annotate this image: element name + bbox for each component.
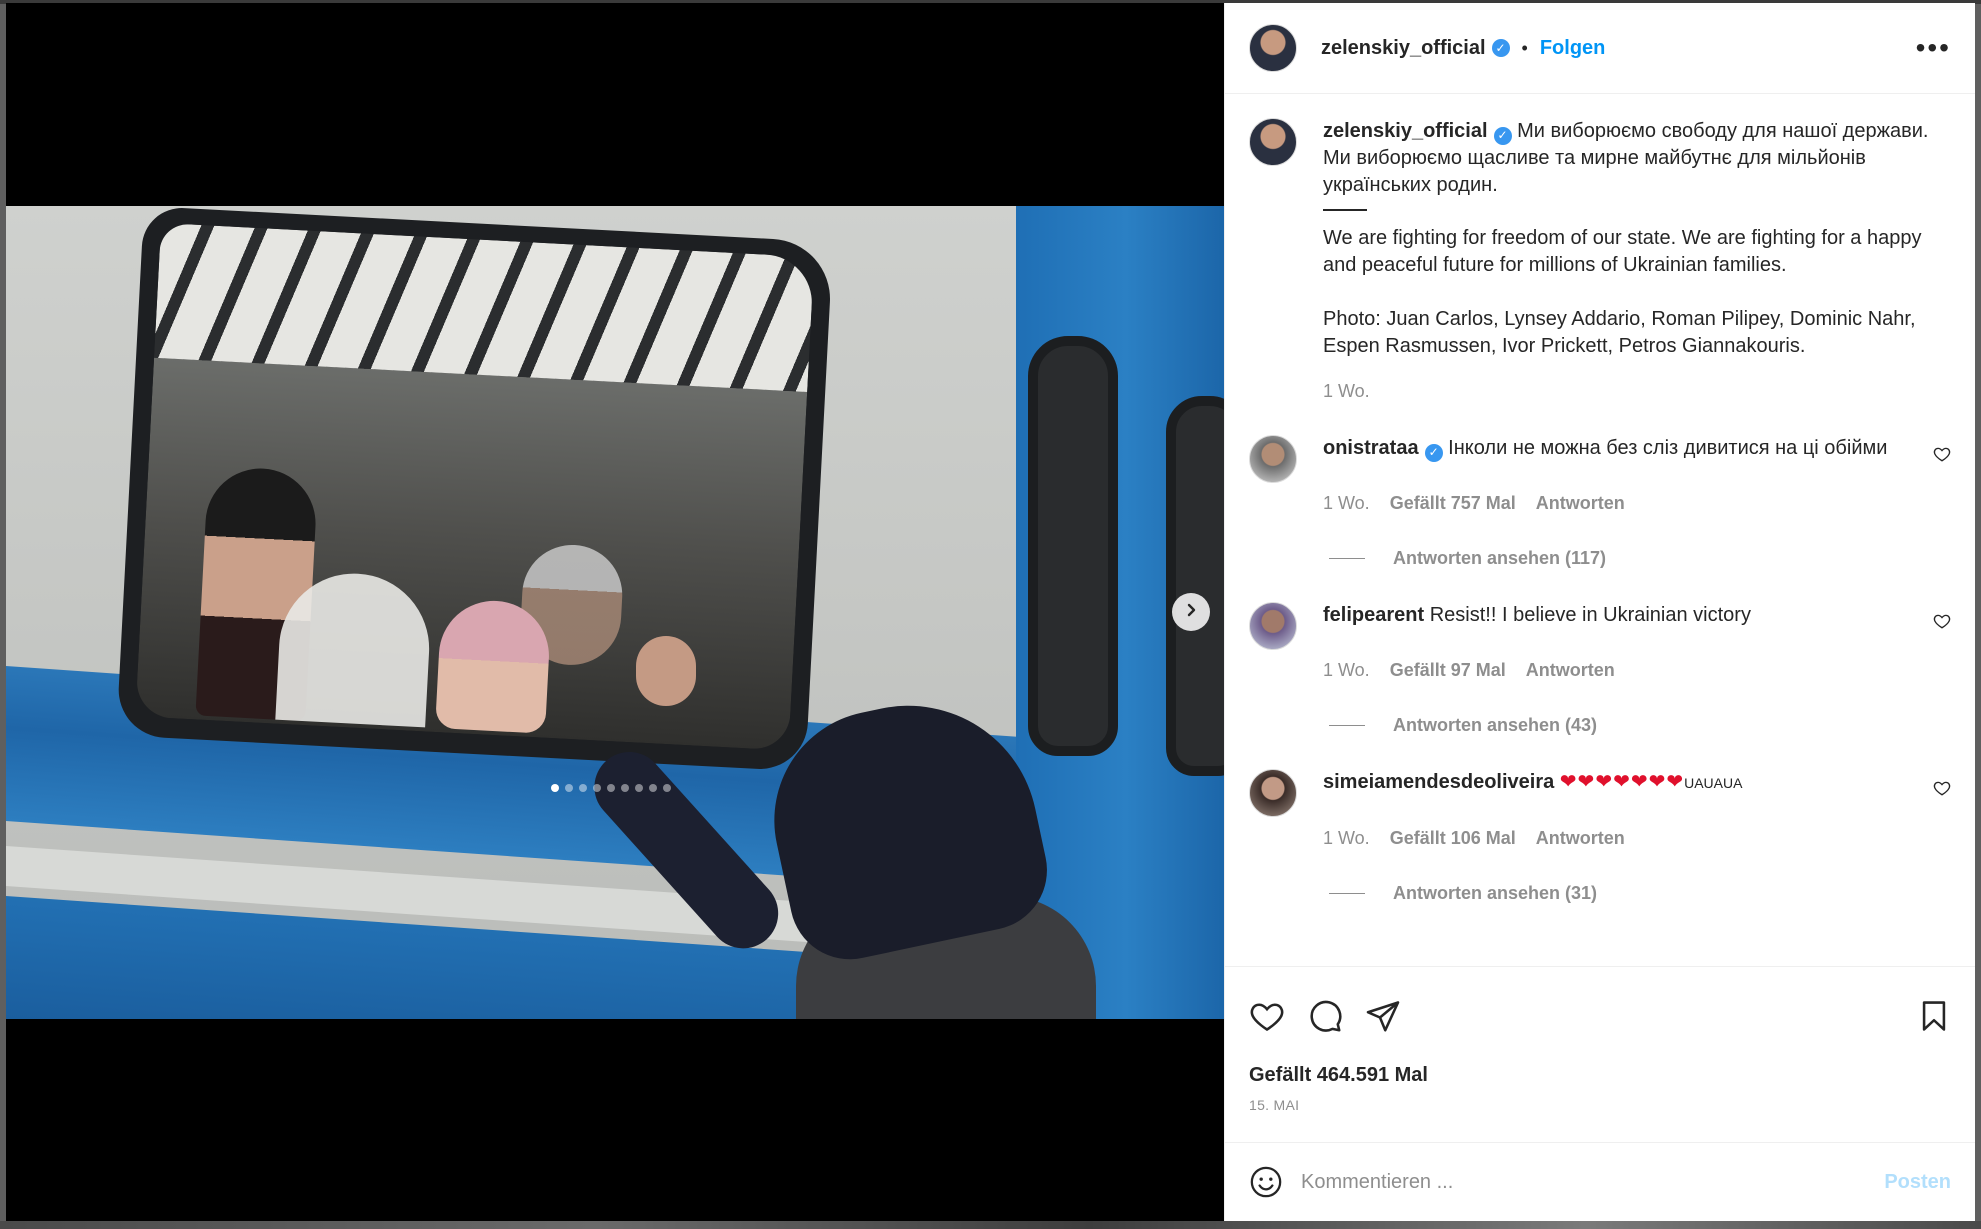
view-replies-label: Antworten ansehen (31) — [1393, 883, 1598, 903]
caption-username[interactable]: zelenskiy_official — [1323, 120, 1488, 142]
reply-button[interactable]: Antworten — [1536, 825, 1625, 852]
author-avatar[interactable] — [1249, 24, 1297, 72]
verified-badge-icon: ✓ — [1491, 39, 1510, 57]
emoji-smiley-icon[interactable] — [1249, 1165, 1283, 1199]
caption-divider — [1323, 209, 1367, 211]
separator-bullet: • — [1521, 37, 1528, 58]
view-replies-button[interactable]: Antworten ansehen (117) — [1323, 545, 1951, 572]
view-replies-label: Antworten ansehen (43) — [1393, 715, 1598, 735]
view-replies-button[interactable]: Antworten ansehen (31) — [1323, 880, 1951, 907]
commenter-username[interactable]: felipearent — [1323, 604, 1424, 626]
follow-button[interactable]: Folgen — [1540, 37, 1606, 60]
comment-input[interactable] — [1301, 1170, 1885, 1194]
comment-like-heart-icon[interactable] — [1933, 779, 1951, 802]
comment-time[interactable]: 1 Wo. — [1323, 490, 1370, 517]
carousel-dot[interactable] — [551, 784, 559, 792]
commenter-avatar[interactable] — [1249, 435, 1297, 483]
comment-like-heart-icon[interactable] — [1933, 445, 1951, 468]
post-modal: zelenskiy_official ✓ • Folgen ••• zelens… — [6, 3, 1975, 1221]
verified-badge-icon: ✓ — [1493, 126, 1512, 145]
comment-time[interactable]: 1 Wo. — [1323, 825, 1370, 852]
post-date[interactable]: 15. MAI — [1225, 1087, 1975, 1142]
caption-text-en: We are fighting for freedom of our state… — [1323, 227, 1922, 276]
comment-item: felipearent Resist!! I believe in Ukrain… — [1249, 602, 1951, 739]
author-username[interactable]: zelenskiy_official — [1321, 37, 1486, 60]
caption: zelenskiy_official ✓ Ми виборюємо свободу… — [1249, 118, 1951, 405]
comment-composer: Posten — [1225, 1142, 1975, 1221]
verified-badge-icon: ✓ — [1424, 443, 1443, 462]
heart-icon[interactable] — [1249, 998, 1285, 1034]
commenter-avatar[interactable] — [1249, 769, 1297, 817]
carousel-dot[interactable] — [593, 784, 601, 792]
post-header: zelenskiy_official ✓ • Folgen ••• — [1225, 3, 1975, 94]
bookmark-icon[interactable] — [1917, 999, 1951, 1033]
post-comment-button[interactable]: Posten — [1884, 1171, 1951, 1194]
view-replies-label: Antworten ansehen (117) — [1393, 548, 1607, 568]
likes-count[interactable]: Gefällt 464.591 Mal — [1225, 1064, 1975, 1087]
comment-item: onistrataa ✓ Інколи не можна без сліз див… — [1249, 435, 1951, 572]
carousel-dot[interactable] — [607, 784, 615, 792]
commenter-avatar[interactable] — [1249, 602, 1297, 650]
commenter-username[interactable]: onistrataa — [1323, 437, 1419, 459]
comment-time[interactable]: 1 Wo. — [1323, 657, 1370, 684]
view-replies-button[interactable]: Antworten ansehen (43) — [1323, 712, 1951, 739]
comment-icon[interactable] — [1307, 998, 1343, 1034]
comment-likes[interactable]: Gefällt 106 Mal — [1390, 825, 1516, 852]
comment-like-heart-icon[interactable] — [1933, 612, 1951, 635]
carousel-dot[interactable] — [621, 784, 629, 792]
author-avatar[interactable] — [1249, 118, 1297, 166]
post-photo — [6, 206, 1224, 1019]
carousel-dot[interactable] — [663, 784, 671, 792]
commenter-username[interactable]: simeiamendesdeoliveira — [1323, 771, 1554, 793]
action-bar — [1225, 966, 1975, 1064]
more-options-icon[interactable]: ••• — [1916, 32, 1951, 64]
post-media — [6, 3, 1224, 1221]
reply-button[interactable]: Antworten — [1536, 490, 1625, 517]
comment-item: simeiamendesdeoliveira ❤❤❤❤❤❤❤UAUAUA 1 W… — [1249, 769, 1951, 907]
side-panel: zelenskiy_official ✓ • Folgen ••• zelens… — [1224, 3, 1975, 1221]
carousel-dot[interactable] — [565, 784, 573, 792]
chevron-right-icon — [1183, 602, 1199, 623]
share-icon[interactable] — [1365, 998, 1401, 1034]
carousel-dot[interactable] — [635, 784, 643, 792]
next-slide-button[interactable] — [1172, 593, 1210, 631]
train-window — [116, 206, 834, 772]
comment-text: UAUAUA — [1684, 775, 1743, 791]
comment-text: Resist!! I believe in Ukrainian victory — [1429, 604, 1751, 626]
comment-likes[interactable]: Gefällt 97 Mal — [1390, 657, 1506, 684]
carousel-indicator — [551, 784, 671, 792]
caption-credits: Photo: Juan Carlos, Lynsey Addario, Roma… — [1323, 308, 1916, 357]
carousel-dot[interactable] — [579, 784, 587, 792]
reply-button[interactable]: Antworten — [1526, 657, 1615, 684]
backdrop-bottom — [0, 1221, 1981, 1229]
comment-text: Інколи не можна без сліз дивитися на ці … — [1448, 437, 1888, 459]
carousel-dot[interactable] — [649, 784, 657, 792]
heart-emoji-row: ❤❤❤❤❤❤❤ — [1559, 771, 1685, 793]
comment-likes[interactable]: Gefällt 757 Mal — [1390, 490, 1516, 517]
caption-time[interactable]: 1 Wo. — [1323, 378, 1370, 405]
comments-list[interactable]: zelenskiy_official ✓ Ми виборюємо свободу… — [1225, 94, 1975, 966]
